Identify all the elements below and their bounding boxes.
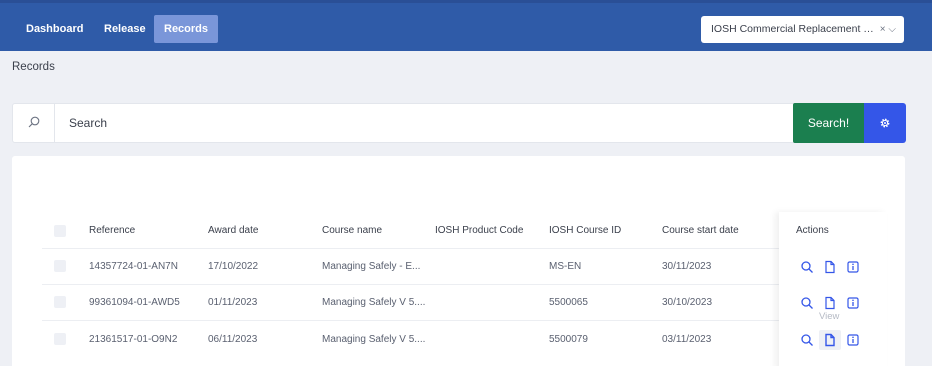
row-checkbox[interactable] (54, 296, 66, 308)
row-divider (42, 248, 887, 249)
actions-column: Actions View (779, 212, 887, 366)
search-bar: Search! (12, 103, 906, 143)
select-all-checkbox[interactable] (54, 225, 66, 237)
view-tooltip: View (819, 311, 840, 322)
search-icon-box (13, 104, 55, 142)
gear-icon (880, 118, 890, 128)
cell-course-id: MS-EN (549, 261, 582, 272)
header-start-date[interactable]: Course start date (662, 225, 739, 236)
row-checkbox[interactable] (54, 260, 66, 272)
cell-course-name: Managing Safely V 5.... (322, 297, 426, 308)
nav-records[interactable]: Records (154, 15, 219, 43)
cell-award-date: 17/10/2022 (208, 261, 259, 272)
course-select-value: IOSH Commercial Replacement Certi... (711, 23, 879, 35)
cell-start-date: 03/11/2023 (662, 334, 712, 345)
cell-reference: 99361094-01-AWD5 (89, 297, 180, 308)
chevron-down-icon[interactable]: ⌵ (888, 24, 896, 35)
cell-award-date: 01/11/2023 (208, 297, 258, 308)
info-icon[interactable] (846, 296, 860, 310)
records-table: Reference Award date Course name IOSH Pr… (12, 156, 905, 366)
header-award-date[interactable]: Award date (208, 225, 258, 236)
header-reference[interactable]: Reference (89, 225, 135, 236)
magnifier-icon[interactable] (800, 260, 814, 274)
cell-course-id: 5500079 (549, 334, 588, 345)
search-icon (28, 116, 40, 128)
document-button-hover[interactable] (819, 330, 841, 350)
document-icon[interactable] (823, 296, 837, 310)
cell-start-date: 30/10/2023 (662, 297, 713, 308)
clear-icon[interactable]: × (880, 24, 886, 35)
cell-start-date: 30/11/2023 (662, 261, 712, 272)
page-title: Records (12, 61, 55, 73)
magnifier-icon[interactable] (800, 333, 814, 347)
course-select[interactable]: IOSH Commercial Replacement Certi... × ⌵ (701, 16, 904, 43)
info-icon[interactable] (846, 260, 860, 274)
nav-dashboard[interactable]: Dashboard (16, 15, 93, 43)
document-icon[interactable] (823, 260, 837, 274)
header-course-id[interactable]: IOSH Course ID (549, 225, 621, 236)
search-button[interactable]: Search! (793, 103, 864, 143)
cell-reference: 21361517-01-O9N2 (89, 334, 178, 345)
document-icon (825, 333, 835, 347)
cell-course-name: Managing Safely V 5.... (322, 334, 426, 345)
header-actions: Actions (796, 225, 829, 236)
settings-button[interactable] (864, 103, 906, 143)
cell-award-date: 06/11/2023 (208, 334, 258, 345)
header-product-code[interactable]: IOSH Product Code (435, 225, 523, 236)
row-checkbox[interactable] (54, 333, 66, 345)
row-divider (42, 284, 887, 285)
row-divider (42, 320, 887, 321)
magnifier-icon[interactable] (800, 296, 814, 310)
search-input[interactable] (69, 112, 769, 134)
info-icon[interactable] (846, 333, 860, 347)
cell-reference: 14357724-01-AN7N (89, 261, 178, 272)
header-course-name[interactable]: Course name (322, 225, 382, 236)
cell-course-id: 5500065 (549, 297, 588, 308)
course-select-controls: × ⌵ (880, 16, 896, 43)
top-navbar: Dashboard Release Records IOSH Commercia… (0, 0, 932, 51)
nav-release[interactable]: Release (94, 15, 156, 43)
cell-course-name: Managing Safely - E... (322, 261, 421, 272)
